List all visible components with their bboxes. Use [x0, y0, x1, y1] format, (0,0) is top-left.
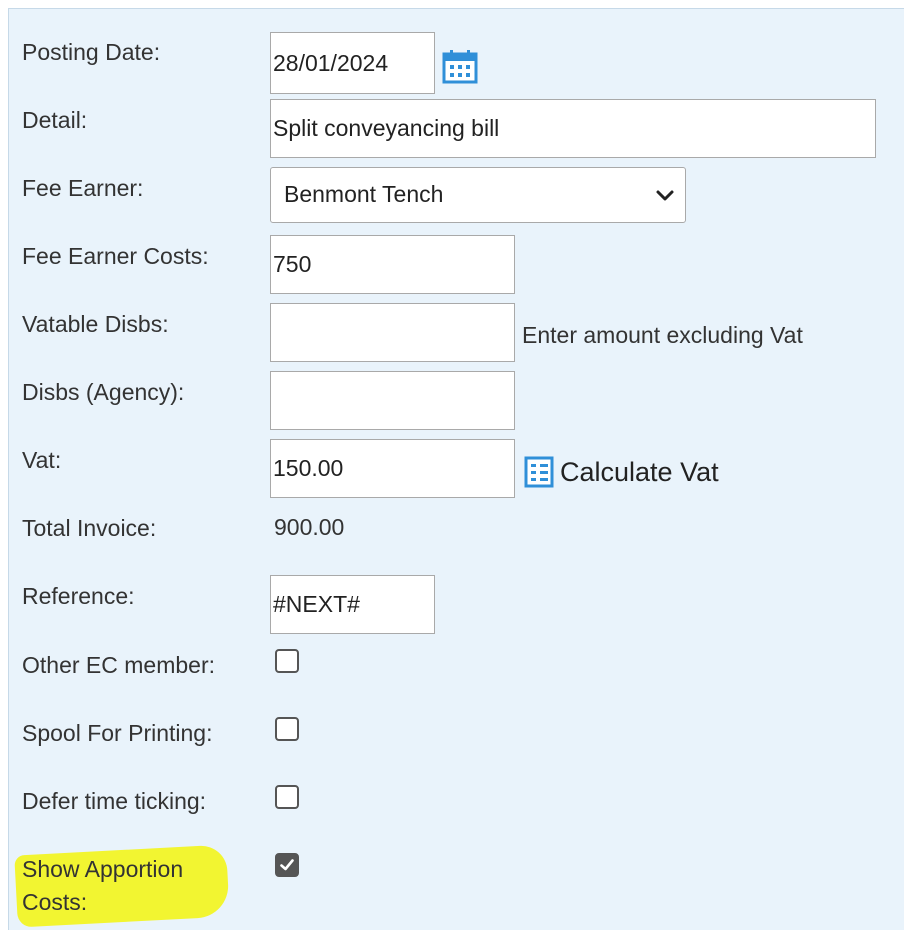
spool-for-printing-checkbox[interactable]	[275, 717, 299, 741]
fee-earner-select[interactable]: Benmont Tench	[270, 167, 686, 223]
total-invoice-value: 900.00	[274, 514, 345, 540]
defer-time-ticking-label: Defer time ticking:	[22, 788, 207, 814]
defer-time-ticking-checkbox[interactable]	[275, 785, 299, 809]
reference-label: Reference:	[22, 583, 135, 609]
posting-date-label: Posting Date:	[22, 39, 161, 65]
disbs-agency-input[interactable]	[270, 371, 515, 430]
disbs-agency-label: Disbs (Agency):	[22, 379, 185, 405]
fee-earner-selected-value: Benmont Tench	[284, 181, 444, 207]
fee-earner-costs-input[interactable]	[270, 235, 515, 294]
calendar-icon[interactable]	[442, 48, 478, 84]
show-apportion-costs-checkbox[interactable]	[275, 853, 299, 877]
vatable-disbs-hint: Enter amount excluding Vat	[522, 322, 803, 348]
show-apportion-costs-label-line2: Costs:	[22, 889, 88, 915]
posting-date-input[interactable]	[270, 32, 435, 94]
calculate-vat-label: Calculate Vat	[560, 456, 719, 487]
total-invoice-label: Total Invoice:	[22, 515, 157, 541]
vat-label: Vat:	[22, 447, 62, 473]
chevron-down-icon	[656, 190, 674, 201]
detail-input[interactable]	[270, 99, 876, 158]
calculate-vat-button[interactable]: Calculate Vat	[524, 455, 719, 489]
calculator-icon	[524, 456, 554, 488]
checkmark-icon	[280, 859, 294, 871]
vat-input[interactable]	[270, 439, 515, 498]
other-ec-member-checkbox[interactable]	[275, 649, 299, 673]
fee-earner-costs-label: Fee Earner Costs:	[22, 243, 209, 269]
fee-earner-label: Fee Earner:	[22, 175, 144, 201]
other-ec-member-label: Other EC member:	[22, 652, 215, 678]
vatable-disbs-label: Vatable Disbs:	[22, 311, 169, 337]
show-apportion-costs-label-line1: Show Apportion	[22, 856, 184, 882]
spool-for-printing-label: Spool For Printing:	[22, 720, 213, 746]
detail-label: Detail:	[22, 107, 88, 133]
vatable-disbs-input[interactable]	[270, 303, 515, 362]
reference-input[interactable]	[270, 575, 435, 634]
